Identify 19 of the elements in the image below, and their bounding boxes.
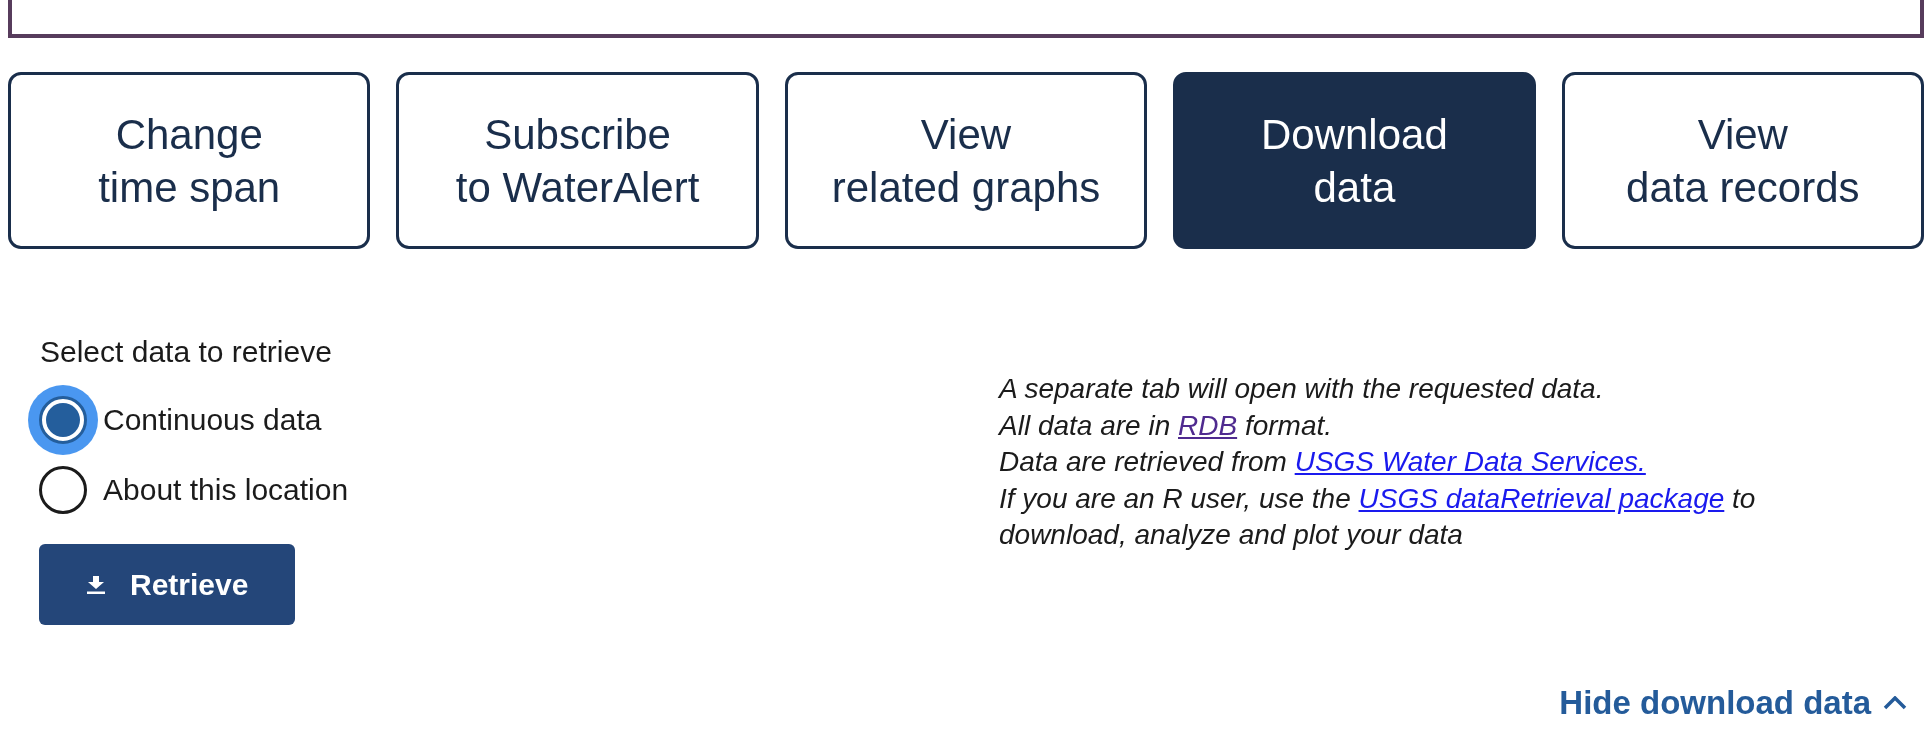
option-label: About this location <box>103 472 349 508</box>
retrieve-button[interactable]: Retrieve <box>39 544 295 625</box>
tab-button[interactable]: Change time span <box>8 72 371 249</box>
text-link[interactable]: USGS dataRetrieval package <box>1358 482 1725 514</box>
download-icon <box>86 575 106 594</box>
note-text: All data are in RDB format. <box>999 408 1334 443</box>
text-link[interactable]: RDB <box>1178 409 1238 441</box>
text-link[interactable]: USGS Water Data Services. <box>1294 446 1646 477</box>
tab-button[interactable]: Download data <box>1173 72 1536 249</box>
tab-button[interactable]: View related graphs <box>784 72 1148 249</box>
note-text: A separate tab will open with the requested data. <box>999 372 1605 406</box>
tab-button[interactable]: Subscribe to WaterAlert <box>396 72 759 249</box>
radio-button[interactable] <box>39 466 87 514</box>
note-text: Data are retrieved from USGS Water Data Services. <box>999 445 1647 479</box>
option-label: Continuous data <box>103 402 322 438</box>
tab-button[interactable]: View data records <box>1561 72 1924 249</box>
form-label: Select data to retrieve <box>40 334 332 370</box>
note-text: If you are an R user, use the USGS dataRetrieval package to download, analyze and plot your data <box>999 481 1757 552</box>
hide-download-link[interactable]: Hide download data <box>1559 683 1907 723</box>
